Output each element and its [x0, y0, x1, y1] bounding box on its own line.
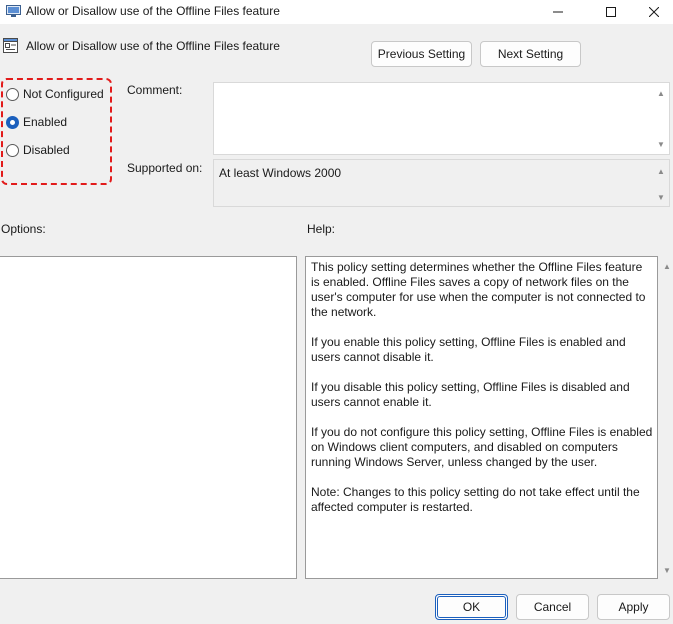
- options-label: Options:: [1, 222, 46, 236]
- setting-title: Allow or Disallow use of the Offline Fil…: [26, 39, 280, 53]
- radio-enabled[interactable]: Enabled: [6, 114, 67, 130]
- scroll-down-icon[interactable]: ▼: [656, 193, 666, 203]
- help-label: Help:: [307, 222, 336, 236]
- help-text: This policy setting determines whether t…: [311, 260, 653, 530]
- window-title: Allow or Disallow use of the Offline Fil…: [26, 4, 280, 18]
- options-panel: [0, 256, 297, 579]
- supported-on-label: Supported on:: [127, 161, 203, 175]
- policy-setting-icon: [3, 38, 18, 53]
- supported-on-value: At least Windows 2000: [219, 166, 342, 180]
- previous-setting-button[interactable]: Previous Setting: [371, 41, 472, 67]
- radio-checked-icon[interactable]: [6, 115, 19, 129]
- apply-button[interactable]: Apply: [597, 594, 670, 620]
- comment-textarea[interactable]: [213, 82, 670, 155]
- comment-label: Comment:: [127, 83, 183, 97]
- radio-disabled[interactable]: Disabled: [6, 142, 70, 158]
- maximize-icon[interactable]: [588, 0, 634, 24]
- radio-unchecked-icon[interactable]: [6, 87, 19, 101]
- help-paragraph: If you enable this policy setting, Offli…: [311, 335, 626, 364]
- scroll-up-icon[interactable]: ▲: [662, 262, 672, 272]
- ok-button[interactable]: OK: [435, 594, 508, 620]
- scroll-down-icon[interactable]: ▼: [656, 140, 666, 150]
- scroll-down-icon[interactable]: ▼: [662, 566, 672, 576]
- radio-label: Not Configured: [23, 87, 104, 101]
- radio-not-configured[interactable]: Not Configured: [6, 86, 104, 102]
- next-setting-button[interactable]: Next Setting: [480, 41, 581, 67]
- help-paragraph: If you do not configure this policy sett…: [311, 425, 653, 469]
- radio-unchecked-icon[interactable]: [6, 143, 19, 157]
- cancel-button[interactable]: Cancel: [516, 594, 589, 620]
- help-paragraph: Note: Changes to this policy setting do …: [311, 485, 640, 514]
- close-icon[interactable]: [634, 0, 673, 24]
- focus-ring: [437, 596, 506, 618]
- scroll-up-icon[interactable]: ▲: [656, 167, 666, 177]
- policy-app-icon: [6, 5, 21, 18]
- help-paragraph: This policy setting determines whether t…: [311, 260, 646, 319]
- minimize-icon[interactable]: [535, 0, 581, 24]
- radio-label: Disabled: [23, 143, 70, 157]
- help-paragraph: If you disable this policy setting, Offl…: [311, 380, 630, 409]
- scroll-up-icon[interactable]: ▲: [656, 89, 666, 99]
- radio-label: Enabled: [23, 115, 68, 129]
